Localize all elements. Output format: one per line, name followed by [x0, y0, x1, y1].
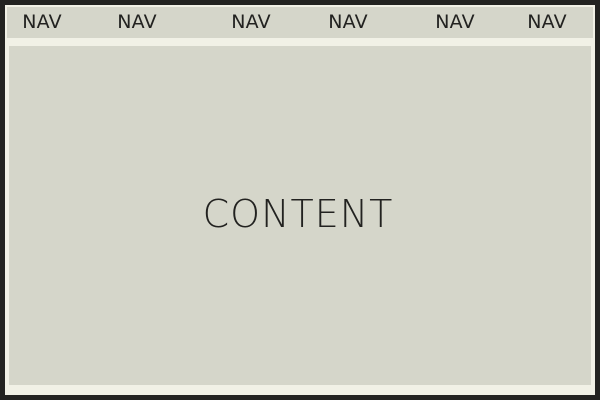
page-frame: NAV NAV NAV NAV NAV NAV CONTENT: [5, 5, 595, 395]
nav-bar: NAV NAV NAV NAV NAV NAV: [7, 7, 593, 38]
content-area: CONTENT: [9, 46, 591, 385]
nav-item-5[interactable]: NAV: [435, 7, 475, 38]
nav-item-3[interactable]: NAV: [231, 7, 271, 38]
nav-item-2[interactable]: NAV: [117, 7, 157, 38]
nav-item-6[interactable]: NAV: [527, 7, 567, 38]
content-label: CONTENT: [202, 191, 394, 236]
nav-item-1[interactable]: NAV: [22, 7, 62, 38]
nav-item-4[interactable]: NAV: [328, 7, 368, 38]
